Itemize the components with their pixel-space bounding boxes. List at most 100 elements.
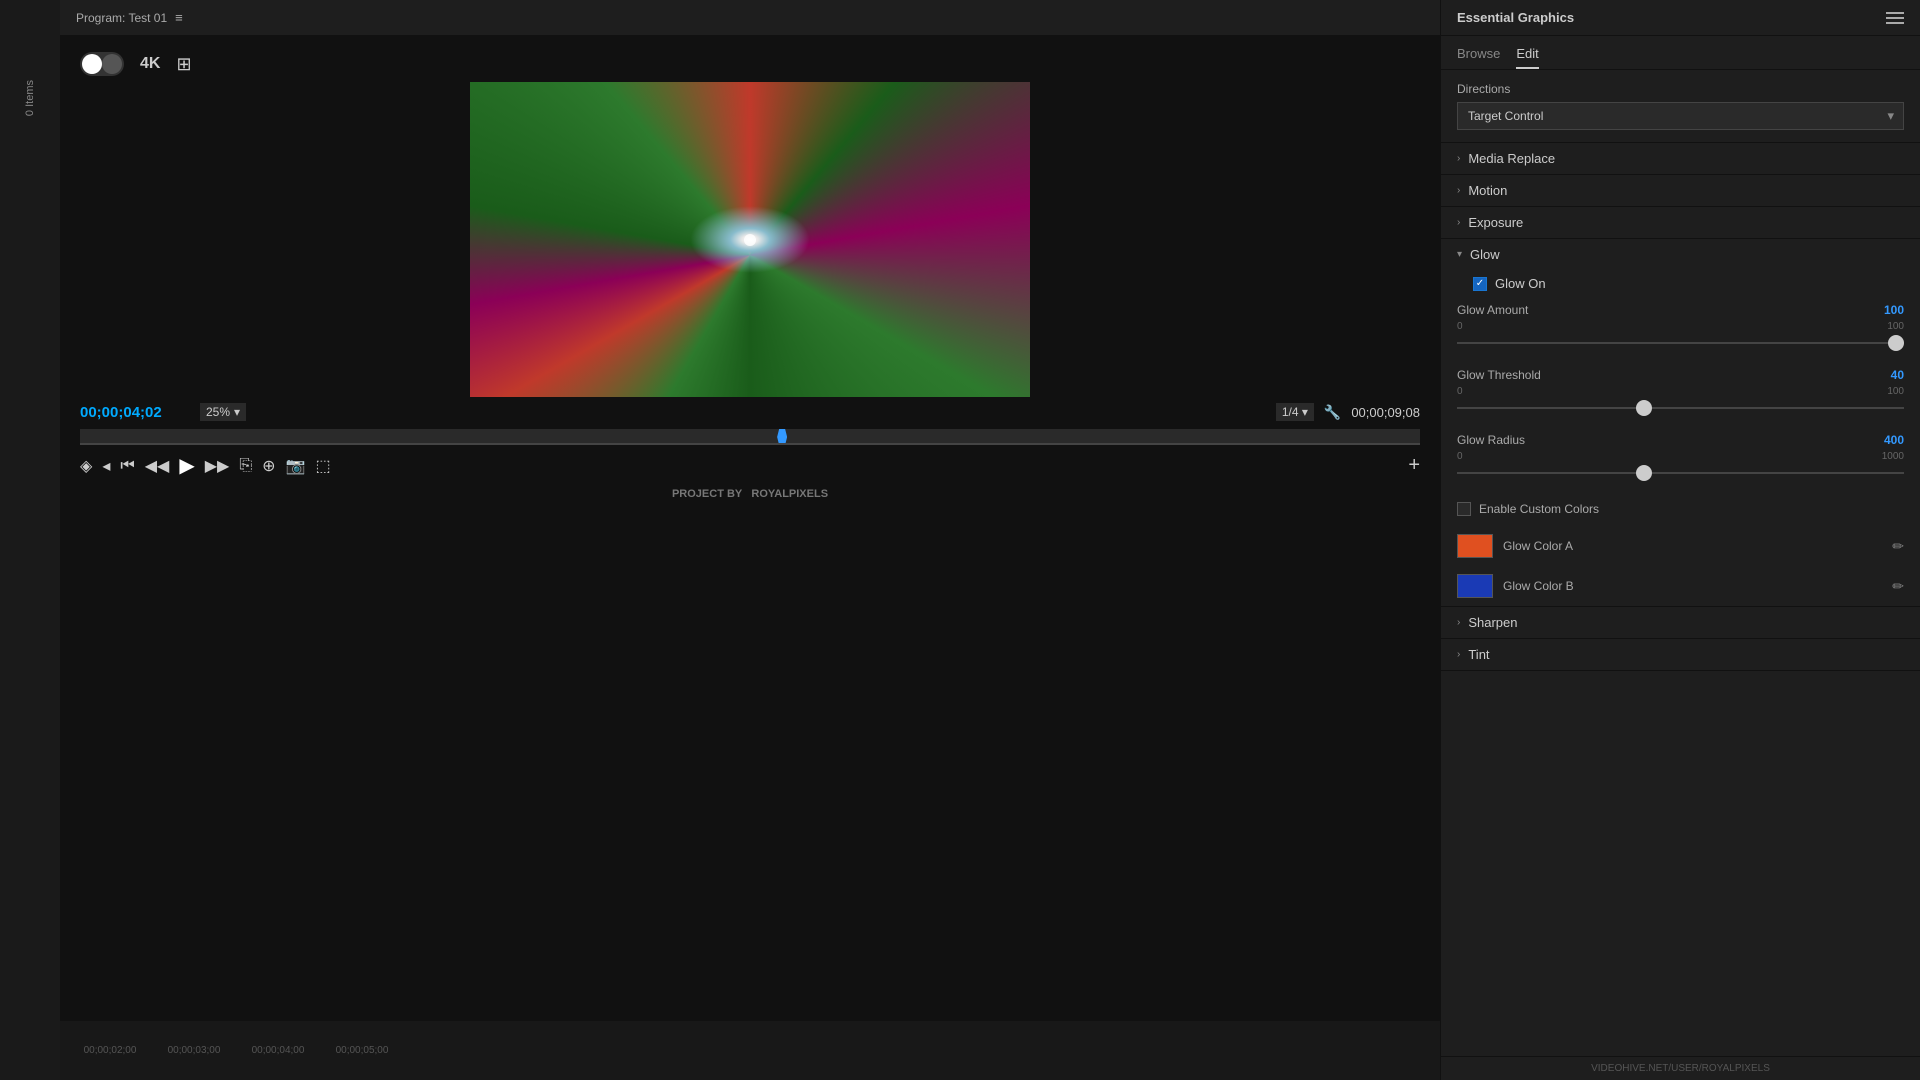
section-motion[interactable]: › Motion (1441, 175, 1920, 207)
glow-threshold-thumb[interactable] (1636, 400, 1652, 416)
glow-amount-thumb[interactable] (1888, 335, 1904, 351)
glow-color-b-label: Glow Color B (1503, 579, 1882, 593)
glow-color-a-label: Glow Color A (1503, 539, 1882, 553)
compare-icon[interactable]: ⊞ (176, 54, 191, 75)
insert-button[interactable]: ⎘ (239, 457, 252, 475)
chevron-media-replace: › (1457, 153, 1460, 164)
timecode-total: 00;00;09;08 (1351, 405, 1420, 420)
glow-color-a-swatch[interactable] (1457, 534, 1493, 558)
camera-button[interactable]: 📷 (286, 456, 306, 476)
glow-amount-range: 0 100 (1457, 321, 1904, 332)
panel-header: Essential Graphics (1441, 0, 1920, 36)
glow-radius-header: Glow Radius 400 (1457, 433, 1904, 447)
section-label-motion: Motion (1468, 183, 1507, 198)
glow-on-label: Glow On (1495, 276, 1546, 291)
resolution-label: 4K (140, 55, 160, 73)
glow-amount-value: 100 (1884, 303, 1904, 317)
glow-color-b-swatch[interactable] (1457, 574, 1493, 598)
glow-amount-track-wrapper[interactable] (1457, 334, 1904, 352)
project-by: PROJECT BY (672, 488, 742, 500)
directions-section: Directions Target Control (1441, 70, 1920, 143)
glow-radius-max: 1000 (1882, 451, 1904, 462)
watermark: VIDEOHIVE.NET/USER/ROYALPIXELS (1441, 1056, 1920, 1080)
enable-custom-colors-checkbox[interactable] (1457, 502, 1471, 516)
toggle-circle-left (82, 54, 102, 74)
rewind-button[interactable]: ◀◀ (145, 456, 170, 476)
mark-out-button[interactable]: ⊕ (262, 456, 275, 476)
video-preview (470, 82, 1030, 397)
chevron-exposure: › (1457, 217, 1460, 228)
tab-browse[interactable]: Browse (1457, 42, 1500, 69)
properties-area: Directions Target Control › Media Replac… (1441, 70, 1920, 1056)
right-panel: Essential Graphics Browse Edit Direction… (1440, 0, 1920, 1080)
items-label: 0 Items (24, 80, 36, 116)
panel-menu-button[interactable] (1886, 12, 1904, 24)
scrubber-track (80, 443, 1420, 445)
glow-radius-label: Glow Radius (1457, 433, 1525, 447)
zoom-select[interactable]: 25% ▾ (200, 403, 246, 421)
glow-threshold-track-wrapper[interactable] (1457, 399, 1904, 417)
section-exposure[interactable]: › Exposure (1441, 207, 1920, 239)
panel-title: Essential Graphics (1457, 10, 1886, 25)
glow-threshold-min: 0 (1457, 386, 1463, 397)
bottom-timeline: 00;00;02;00 00;00;03;00 00;00;04;00 00;0… (60, 1020, 1440, 1080)
mark-in-button[interactable]: ◈ (80, 456, 92, 476)
tab-edit[interactable]: Edit (1516, 42, 1538, 69)
main-content: Program: Test 01 ≡ 4K ⊞ 00;00;04;02 25% … (60, 0, 1440, 1080)
enable-custom-colors-row: Enable Custom Colors (1441, 492, 1920, 526)
play-button[interactable]: ▶ (179, 453, 194, 478)
target-control-wrapper: Target Control (1457, 102, 1904, 130)
transport-controls: ◈ ◂ ⏮ ◀◀ ▶ ▶▶ ⎘ ⊕ 📷 ⬚ + (80, 447, 1420, 484)
rewind-to-start-button[interactable]: ⏮ (120, 457, 134, 475)
glow-amount-min: 0 (1457, 321, 1463, 332)
section-label-media-replace: Media Replace (1468, 151, 1555, 166)
watermark-text: VIDEOHIVE.NET/USER/ROYALPIXELS (1591, 1063, 1770, 1074)
fast-forward-button[interactable]: ▶▶ (205, 456, 230, 476)
chevron-tint: › (1457, 649, 1460, 660)
glow-threshold-track (1457, 407, 1904, 409)
glow-radius-min: 0 (1457, 451, 1463, 462)
glow-radius-row: Glow Radius 400 0 1000 (1441, 427, 1920, 492)
glow-radius-track-wrapper[interactable] (1457, 464, 1904, 482)
project-name: ROYALPIXELS (751, 488, 828, 500)
menu-line-3 (1886, 22, 1904, 24)
program-menu-icon[interactable]: ≡ (175, 10, 183, 25)
section-label-sharpen: Sharpen (1468, 615, 1517, 630)
glow-radius-track (1457, 472, 1904, 474)
glow-radius-thumb[interactable] (1636, 465, 1652, 481)
section-label-tint: Tint (1468, 647, 1489, 662)
glow-threshold-label: Glow Threshold (1457, 368, 1541, 382)
chevron-glow: ▾ (1457, 249, 1462, 260)
timecode-current[interactable]: 00;00;04;02 (80, 404, 190, 421)
glow-color-a-row: Glow Color A ✏ (1441, 526, 1920, 566)
chevron-motion: › (1457, 185, 1460, 196)
glow-on-checkbox[interactable]: ✓ (1473, 277, 1487, 291)
section-media-replace[interactable]: › Media Replace (1441, 143, 1920, 175)
export-button[interactable]: ⬚ (316, 456, 331, 476)
project-label: PROJECT BY ROYALPIXELS (672, 484, 828, 504)
glow-threshold-value: 40 (1891, 368, 1904, 382)
timecode-bar: 00;00;04;02 25% ▾ 1/4 ▾ 🔧 00;00;09;08 (80, 397, 1420, 427)
glow-color-b-picker-icon[interactable]: ✏ (1892, 578, 1904, 595)
wrench-icon[interactable]: 🔧 (1324, 404, 1341, 421)
left-sidebar: 0 Items (0, 0, 60, 1080)
step-back-button[interactable]: ◂ (102, 456, 110, 476)
glow-threshold-range: 0 100 (1457, 386, 1904, 397)
glow-color-a-picker-icon[interactable]: ✏ (1892, 538, 1904, 555)
target-control-select[interactable]: Target Control (1457, 102, 1904, 130)
toggle-icon[interactable] (80, 52, 124, 76)
glow-threshold-max: 100 (1887, 386, 1904, 397)
glow-radius-range: 0 1000 (1457, 451, 1904, 462)
enable-custom-colors-label: Enable Custom Colors (1479, 502, 1599, 516)
ratio-select[interactable]: 1/4 ▾ (1276, 403, 1314, 421)
add-button[interactable]: + (1408, 454, 1420, 477)
program-monitor: 4K ⊞ 00;00;04;02 25% ▾ 1/4 ▾ 🔧 00;00;09;… (60, 36, 1440, 1020)
section-tint[interactable]: › Tint (1441, 639, 1920, 671)
timeline-scrubber[interactable] (80, 429, 1420, 445)
section-sharpen[interactable]: › Sharpen (1441, 607, 1920, 639)
glow-header[interactable]: ▾ Glow (1441, 239, 1920, 270)
tick-3: 00;00;04;00 (238, 1045, 318, 1056)
panel-tabs: Browse Edit (1441, 36, 1920, 70)
glow-amount-row: Glow Amount 100 0 100 (1441, 297, 1920, 362)
glow-threshold-header: Glow Threshold 40 (1457, 368, 1904, 382)
